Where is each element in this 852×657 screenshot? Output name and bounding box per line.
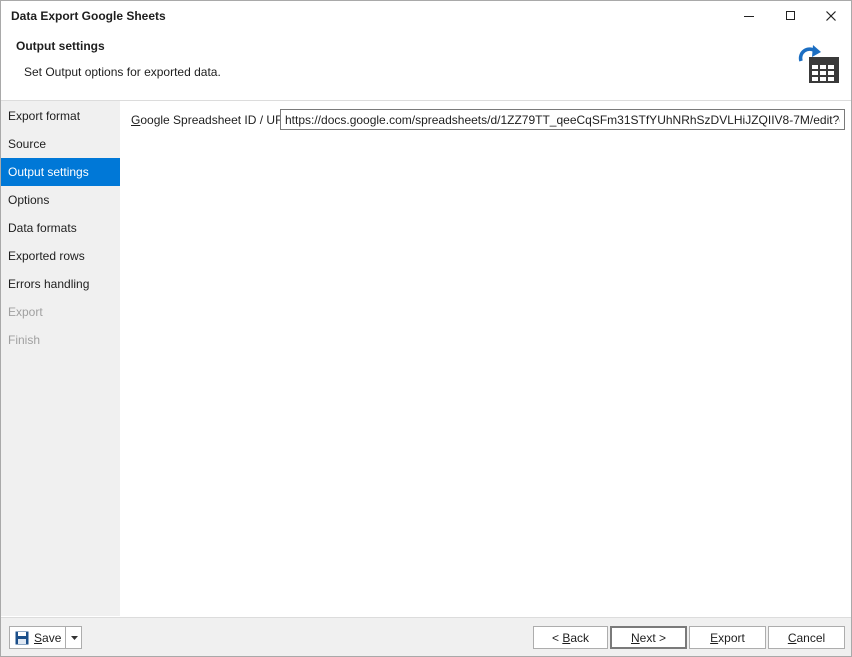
sidebar-item-export-format[interactable]: Export format [1, 102, 120, 130]
minimize-icon [744, 16, 754, 17]
dialog-window: Data Export Google Sheets Output setting… [0, 0, 852, 657]
sidebar-item-output-settings[interactable]: Output settings [1, 158, 120, 186]
page-title: Output settings [16, 39, 105, 53]
page-subtitle: Set Output options for exported data. [24, 65, 221, 79]
export-button[interactable]: Export [689, 626, 766, 649]
save-mnemonic: S [34, 630, 43, 645]
back-mnemonic: B [562, 630, 571, 645]
wizard-header: Output settings Set Output options for e… [1, 31, 851, 101]
minimize-button[interactable] [729, 1, 769, 31]
export-mnemonic: E [710, 630, 719, 645]
save-button[interactable]: Save [10, 627, 65, 648]
back-prefix: < [551, 630, 563, 645]
maximize-icon [786, 11, 795, 20]
window-title: Data Export Google Sheets [11, 9, 166, 23]
save-split-button: Save [9, 626, 82, 649]
sidebar-item-export: Export [8, 305, 43, 319]
cancel-mnemonic: C [787, 630, 797, 645]
export-table-icon [798, 45, 839, 83]
next-button[interactable]: Next > [610, 626, 687, 649]
save-label-rest: ave [42, 630, 62, 645]
close-icon [826, 11, 836, 21]
spreadsheet-url-label: Google Spreadsheet ID / URL: [131, 113, 294, 127]
save-label: Save [34, 631, 61, 645]
spreadsheet-url-label-mnemonic: G [131, 113, 141, 127]
title-bar: Data Export Google Sheets [1, 1, 851, 31]
output-settings-panel: Google Spreadsheet ID / URL: [121, 101, 851, 616]
wizard-steps-sidebar: Export format Source Output settings Opt… [1, 101, 120, 616]
back-label-rest: ack [570, 630, 590, 645]
sidebar-item-options[interactable]: Options [1, 186, 120, 214]
sidebar-item-data-formats[interactable]: Data formats [1, 214, 120, 242]
wizard-footer: Save < Back Next > Export Cancel [1, 617, 851, 656]
sidebar-item-exported-rows[interactable]: Exported rows [1, 242, 120, 270]
next-label-rest: ext > [639, 630, 667, 645]
export-label-rest: xport [718, 630, 745, 645]
sidebar-item-errors-handling[interactable]: Errors handling [1, 270, 120, 298]
floppy-disk-icon [15, 631, 29, 644]
spreadsheet-url-input[interactable] [280, 109, 845, 130]
chevron-down-icon [70, 635, 78, 640]
save-dropdown-button[interactable] [65, 627, 82, 648]
cancel-label-rest: ancel [796, 630, 826, 645]
back-button[interactable]: < Back [533, 626, 608, 649]
close-button[interactable] [811, 1, 851, 31]
sidebar-item-source[interactable]: Source [1, 130, 120, 158]
next-mnemonic: N [630, 630, 640, 645]
spreadsheet-url-label-text: oogle Spreadsheet ID / URL: [140, 113, 294, 127]
sidebar-item-finish: Finish [8, 333, 41, 347]
maximize-button[interactable] [771, 1, 811, 31]
cancel-button[interactable]: Cancel [768, 626, 845, 649]
